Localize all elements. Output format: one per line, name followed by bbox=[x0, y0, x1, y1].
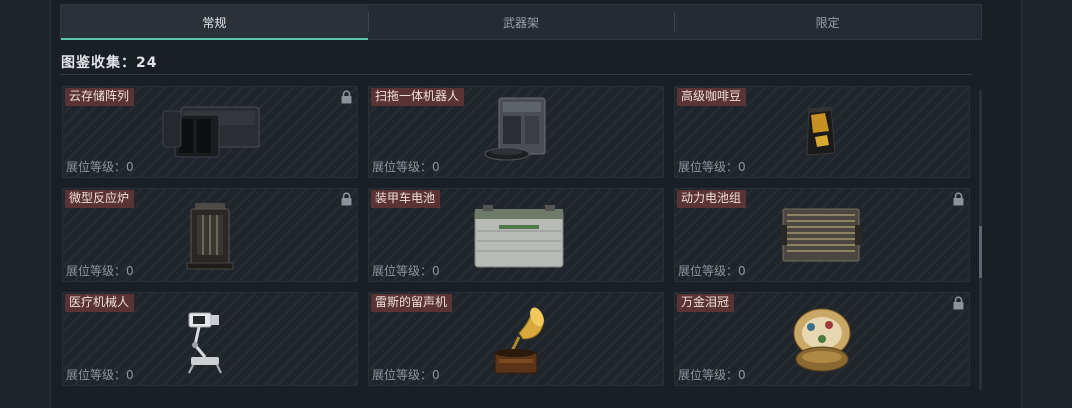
left-frame bbox=[0, 0, 51, 408]
item-name: 万金泪冠 bbox=[677, 294, 735, 312]
item-name: 云存储阵列 bbox=[65, 88, 135, 106]
booth-level: 展位等级：0 bbox=[66, 264, 134, 278]
booth-level: 展位等级：0 bbox=[678, 160, 746, 174]
item-card[interactable]: 高级咖啡豆 展位等级：0 bbox=[674, 86, 970, 178]
lock-icon bbox=[341, 192, 352, 206]
item-card[interactable]: 云存储阵列 展位等级：0 bbox=[62, 86, 358, 178]
battery-pack-icon bbox=[781, 208, 861, 262]
right-frame bbox=[1021, 0, 1072, 408]
medical-robot-icon bbox=[188, 312, 222, 374]
item-grid: 云存储阵列 展位等级：0 扫拖一体机器人 展位等级：0 高级咖啡豆 展位等级：0… bbox=[62, 86, 970, 386]
item-card[interactable]: 雷斯的留声机 展位等级：0 bbox=[368, 292, 664, 386]
lock-icon bbox=[953, 296, 964, 310]
booth-level: 展位等级：0 bbox=[372, 160, 440, 174]
server-array-icon bbox=[162, 106, 260, 158]
booth-level: 展位等级：0 bbox=[678, 368, 746, 382]
tab-regular[interactable]: 常规 bbox=[61, 5, 368, 40]
item-name: 装甲车电池 bbox=[371, 190, 441, 208]
booth-level: 展位等级：0 bbox=[372, 368, 440, 382]
reactor-icon bbox=[186, 203, 234, 270]
scrollbar-thumb[interactable] bbox=[979, 226, 982, 278]
divider bbox=[60, 74, 972, 75]
item-name: 雷斯的留声机 bbox=[371, 294, 453, 312]
item-name: 扫拖一体机器人 bbox=[371, 88, 465, 106]
item-name: 医疗机械人 bbox=[65, 294, 135, 312]
gramophone-icon bbox=[494, 307, 544, 374]
booth-level: 展位等级：0 bbox=[66, 160, 134, 174]
booth-level: 展位等级：0 bbox=[372, 264, 440, 278]
item-card[interactable]: 动力电池组 展位等级：0 bbox=[674, 188, 970, 282]
item-card[interactable]: 装甲车电池 展位等级：0 bbox=[368, 188, 664, 282]
item-name: 微型反应炉 bbox=[65, 190, 135, 208]
robot-vacuum-icon bbox=[484, 97, 546, 161]
item-name: 动力电池组 bbox=[677, 190, 747, 208]
booth-level: 展位等级：0 bbox=[678, 264, 746, 278]
coffee-bag-icon bbox=[806, 106, 836, 156]
item-card[interactable]: 万金泪冠 展位等级：0 bbox=[674, 292, 970, 386]
category-tabs: 常规 武器架 限定 bbox=[60, 4, 982, 40]
item-card[interactable]: 扫拖一体机器人 展位等级：0 bbox=[368, 86, 664, 178]
battery-icon bbox=[474, 205, 564, 268]
lock-icon bbox=[953, 192, 964, 206]
lock-icon bbox=[341, 90, 352, 104]
jeweled-crown-icon bbox=[793, 308, 851, 372]
tab-limited[interactable]: 限定 bbox=[674, 5, 981, 39]
item-name: 高级咖啡豆 bbox=[677, 88, 747, 106]
item-card[interactable]: 医疗机械人 展位等级：0 bbox=[62, 292, 358, 386]
tab-weapon-rack[interactable]: 武器架 bbox=[367, 5, 675, 39]
collection-count: 图鉴收集：24 bbox=[61, 55, 158, 71]
booth-level: 展位等级：0 bbox=[66, 368, 134, 382]
item-card[interactable]: 微型反应炉 展位等级：0 bbox=[62, 188, 358, 282]
